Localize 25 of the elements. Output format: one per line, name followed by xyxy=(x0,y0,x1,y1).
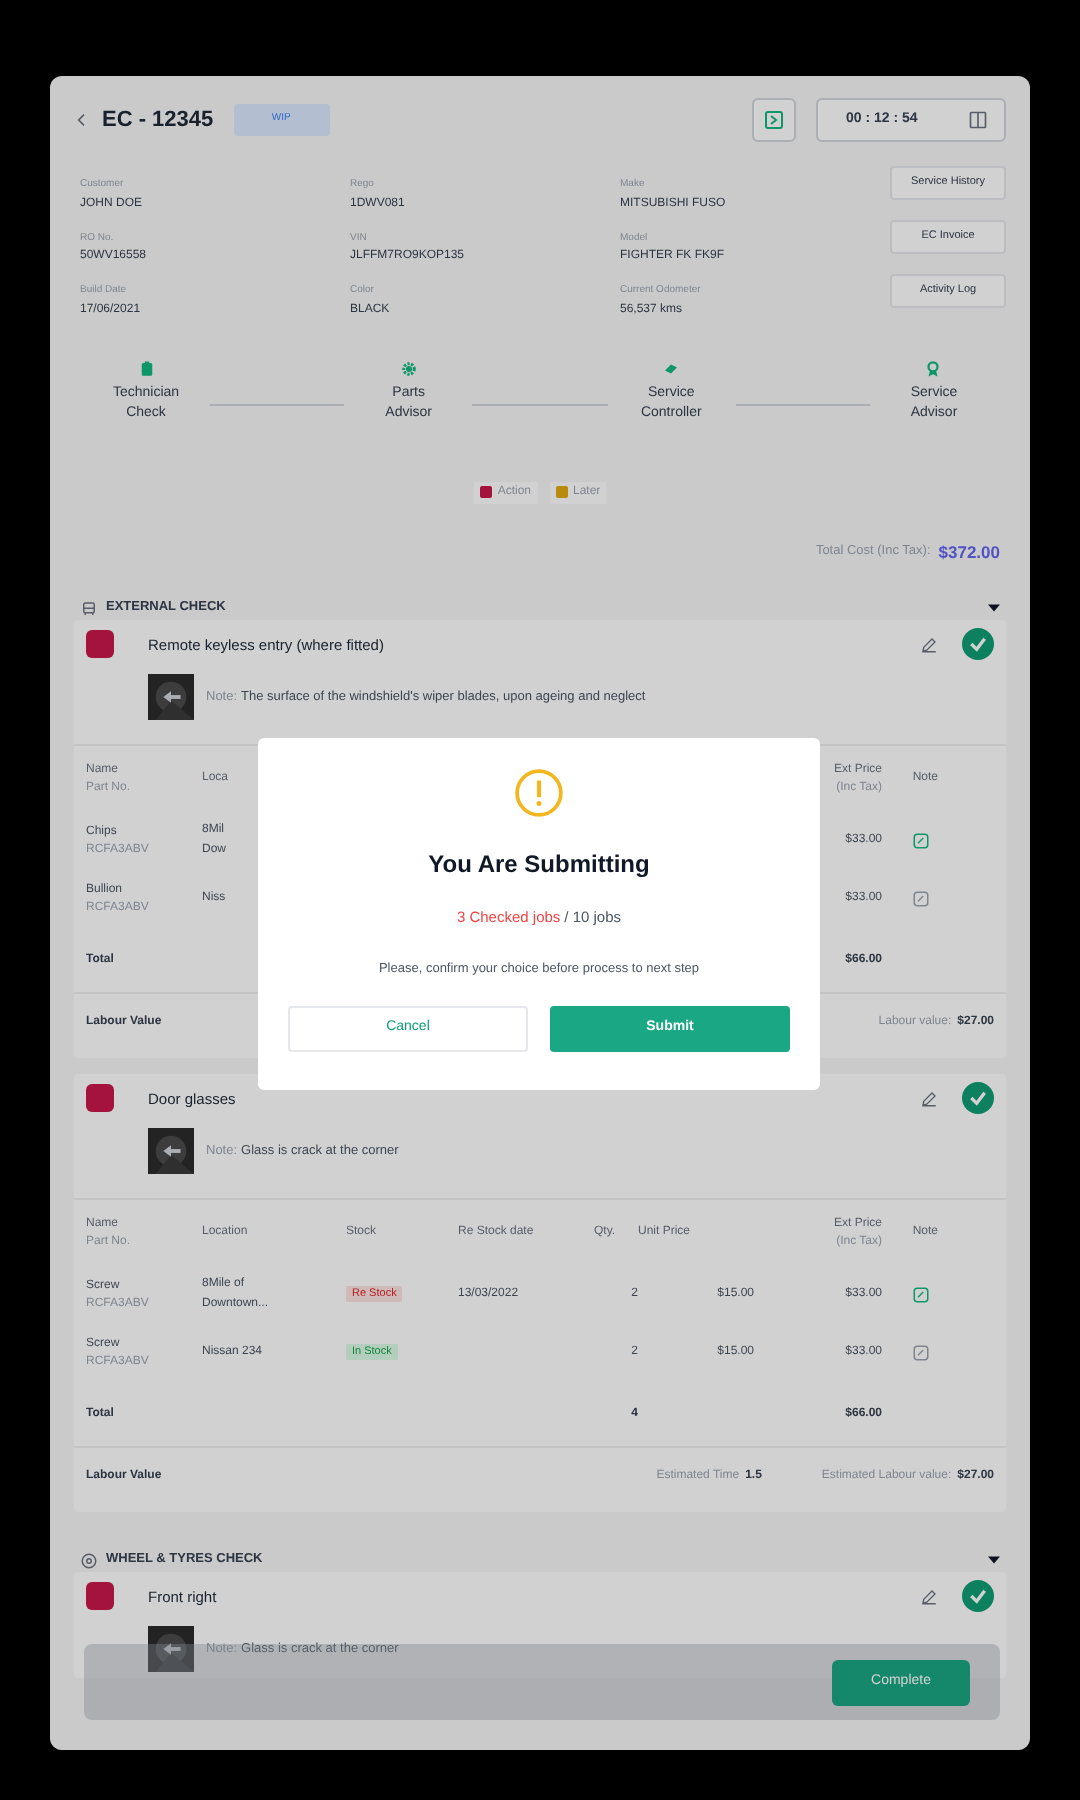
car-icon xyxy=(80,599,98,618)
total-cost-value: $372.00 xyxy=(938,539,1000,565)
clipboard-icon xyxy=(137,359,155,377)
check-circle-icon[interactable] xyxy=(962,628,994,661)
check-circle-icon[interactable] xyxy=(962,1580,994,1613)
note-icon[interactable] xyxy=(912,832,930,851)
pencil-icon xyxy=(920,635,938,654)
caret-down-icon xyxy=(988,1556,1000,1565)
dialog-title: You Are Submitting xyxy=(428,848,650,882)
note-icon[interactable] xyxy=(912,890,930,909)
pencil-icon xyxy=(920,1587,938,1606)
badge-icon xyxy=(924,359,943,377)
pencil-icon xyxy=(920,1089,938,1108)
columns-icon xyxy=(968,110,988,130)
caret-down-icon xyxy=(988,604,1000,613)
export-button[interactable] xyxy=(752,98,796,142)
wheel-icon xyxy=(80,1551,98,1570)
check-circle-icon[interactable] xyxy=(962,1082,994,1115)
export-icon xyxy=(762,108,786,132)
warning-icon xyxy=(514,768,564,818)
note-icon[interactable] xyxy=(912,1286,930,1305)
back-icon xyxy=(74,110,90,130)
note-icon[interactable] xyxy=(912,1344,930,1363)
gear-icon xyxy=(399,359,418,377)
job-title: EC - 12345 xyxy=(102,105,214,136)
